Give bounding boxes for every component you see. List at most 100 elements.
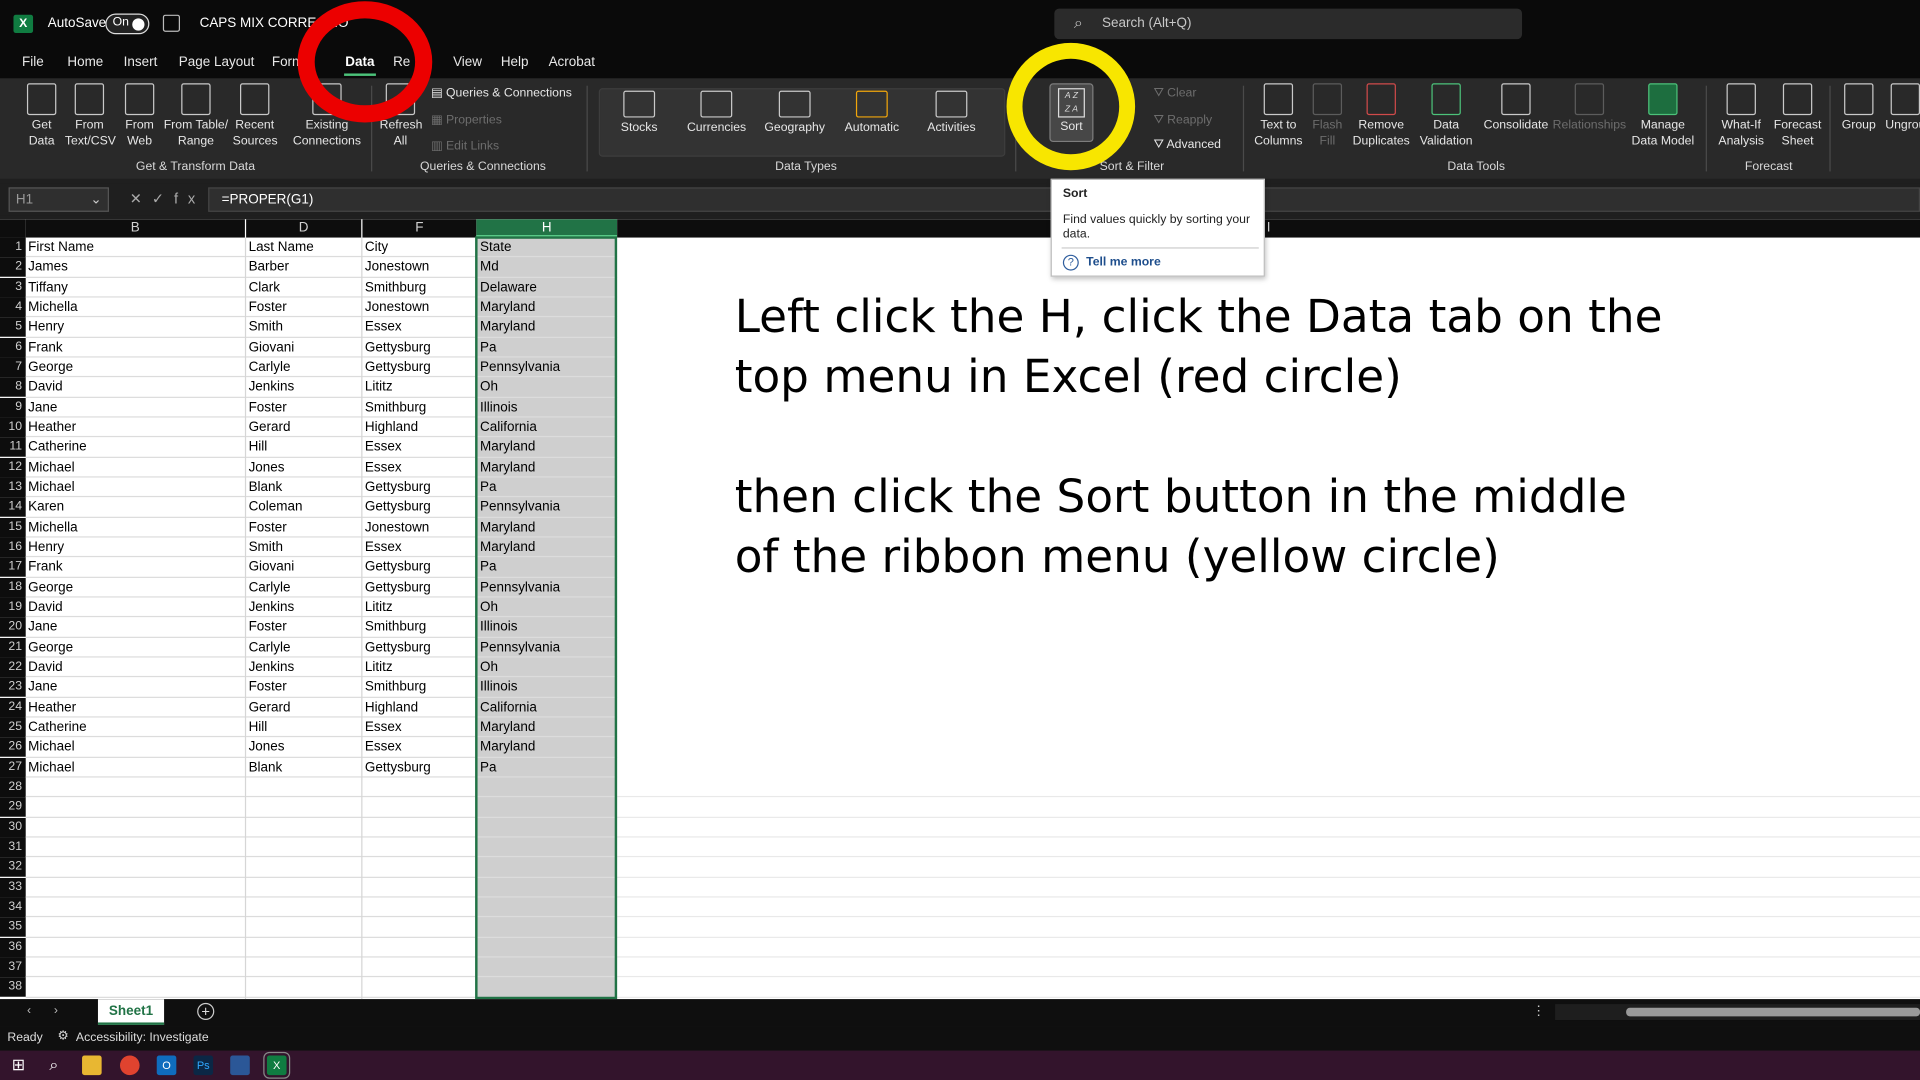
cell-first-name[interactable]: David (28, 597, 244, 617)
currencies-button[interactable]: Currencies (687, 90, 746, 135)
cell-last-name[interactable]: Barber (249, 258, 362, 278)
cell-city[interactable]: Lititz (365, 657, 474, 677)
cell-last-name[interactable]: Jones (249, 737, 362, 757)
column-header-f[interactable]: F (362, 219, 477, 238)
cell-first-name[interactable]: David (28, 378, 244, 398)
cell-last-name[interactable]: Foster (249, 517, 362, 537)
cell-city[interactable]: Lititz (365, 597, 474, 617)
group-button[interactable]: Group (1839, 83, 1878, 133)
edit-links-button[interactable]: ▥ Edit Links (431, 140, 499, 153)
cell-last-name[interactable]: Hill (249, 717, 362, 737)
cell-last-name[interactable]: Foster (249, 398, 362, 418)
cell-last-name[interactable]: Jenkins (249, 378, 362, 398)
autosave-toggle[interactable]: On (105, 13, 150, 35)
cell-city[interactable]: Essex (365, 537, 474, 557)
column-header-d[interactable]: D (246, 219, 362, 238)
cell-first-name[interactable]: Catherine (28, 717, 244, 737)
cell-city[interactable]: Gettysburg (365, 757, 474, 777)
cell-last-name[interactable]: Gerard (249, 697, 362, 717)
save-icon[interactable] (162, 14, 181, 32)
cell-last-name[interactable]: Foster (249, 298, 362, 318)
cell-first-name[interactable]: Frank (28, 338, 244, 358)
row-header[interactable]: 14 (0, 497, 26, 518)
cell-first-name[interactable]: David (28, 657, 244, 677)
cell-city[interactable]: Highland (365, 697, 474, 717)
row-header[interactable]: 35 (0, 917, 26, 938)
row-header[interactable]: 27 (0, 757, 26, 778)
horizontal-scrollbar[interactable] (1555, 1004, 1920, 1021)
row-header[interactable]: 9 (0, 397, 26, 418)
cell-first-name[interactable]: Michella (28, 517, 244, 537)
cell-last-name[interactable]: Giovani (249, 557, 362, 577)
cell-last-name[interactable]: Blank (249, 757, 362, 777)
tab-view[interactable]: View (453, 55, 482, 70)
photos-icon[interactable] (230, 1055, 250, 1076)
cell-first-name[interactable]: George (28, 358, 244, 378)
flash-fill-button[interactable]: Flash Fill (1311, 83, 1343, 149)
consolidate-button[interactable]: Consolidate (1483, 83, 1549, 133)
row-header[interactable]: 11 (0, 437, 26, 458)
row-header[interactable]: 25 (0, 717, 26, 738)
row-header[interactable]: 31 (0, 837, 26, 858)
column-header-b[interactable]: B (25, 219, 245, 238)
cell-city[interactable]: Gettysburg (365, 477, 474, 497)
cell-city[interactable]: Gettysburg (365, 637, 474, 657)
forecast-sheet-button[interactable]: Forecast Sheet (1773, 83, 1822, 149)
cell-last-name[interactable]: Jenkins (249, 657, 362, 677)
cell-first-name[interactable]: Frank (28, 557, 244, 577)
row-header[interactable]: 12 (0, 457, 26, 478)
text-to-columns-button[interactable]: Text to Columns (1251, 83, 1305, 149)
cell-last-name[interactable]: Carlyle (249, 358, 362, 378)
cell-city[interactable]: Essex (365, 438, 474, 458)
cancel-icon[interactable]: ✕ (130, 190, 152, 207)
cell-city[interactable]: Gettysburg (365, 557, 474, 577)
tab-insert[interactable]: Insert (124, 55, 158, 70)
row-header[interactable]: 1 (0, 237, 26, 258)
row-header[interactable]: 7 (0, 357, 26, 378)
cell-city[interactable]: Gettysburg (365, 497, 474, 517)
remove-duplicates-button[interactable]: Remove Duplicates (1352, 83, 1411, 149)
relationships-button[interactable]: Relationships (1553, 83, 1626, 133)
cell-city[interactable]: Jonestown (365, 517, 474, 537)
row-header[interactable]: 10 (0, 417, 26, 438)
cell-last-name[interactable]: Giovani (249, 338, 362, 358)
tab-acrobat[interactable]: Acrobat (549, 55, 595, 70)
row-header[interactable]: 34 (0, 897, 26, 917)
row-header[interactable]: 5 (0, 317, 26, 338)
clear-filter-button[interactable]: ⛛ Clear (1153, 87, 1196, 100)
get-data-button[interactable]: Get Data (23, 83, 60, 149)
row-header[interactable]: 23 (0, 677, 26, 698)
photoshop-icon[interactable]: Ps (193, 1055, 214, 1076)
cell-first-name[interactable]: Tiffany (28, 278, 244, 298)
cell-first-name[interactable]: Michella (28, 298, 244, 318)
select-all-corner[interactable] (0, 219, 26, 238)
add-sheet-icon[interactable]: + (197, 1002, 215, 1021)
cell-last-name[interactable]: Foster (249, 617, 362, 637)
cell-first-name[interactable]: First Name (28, 238, 244, 258)
row-header[interactable]: 33 (0, 877, 26, 898)
name-box[interactable]: H1 ⌄ (8, 187, 109, 212)
cell-first-name[interactable]: Jane (28, 398, 244, 418)
sheet-tab-sheet1[interactable]: Sheet1 (97, 999, 165, 1025)
cell-last-name[interactable]: Coleman (249, 497, 362, 517)
row-header[interactable]: 32 (0, 857, 26, 878)
cell-last-name[interactable]: Foster (249, 677, 362, 697)
manage-data-model-button[interactable]: Manage Data Model (1630, 83, 1696, 149)
next-sheet-icon[interactable]: › (54, 1004, 58, 1017)
cell-city[interactable]: Smithburg (365, 677, 474, 697)
accessibility-status[interactable]: Accessibility: Investigate (76, 1031, 209, 1044)
row-header[interactable]: 4 (0, 297, 26, 318)
row-header[interactable]: 2 (0, 257, 26, 278)
cell-first-name[interactable]: Michael (28, 458, 244, 478)
row-header[interactable]: 37 (0, 957, 26, 977)
cell-first-name[interactable]: Catherine (28, 438, 244, 458)
properties-button[interactable]: ▦ Properties (431, 114, 502, 127)
cell-city[interactable]: City (365, 238, 474, 258)
prev-sheet-icon[interactable]: ‹ (27, 1004, 31, 1017)
row-header[interactable]: 16 (0, 537, 26, 558)
advanced-filter-button[interactable]: ⛛ Advanced (1153, 138, 1221, 151)
what-if-analysis-button[interactable]: What-If Analysis (1713, 83, 1769, 149)
cell-city[interactable]: Highland (365, 418, 474, 438)
cell-first-name[interactable]: James (28, 258, 244, 278)
cell-first-name[interactable]: Michael (28, 477, 244, 497)
